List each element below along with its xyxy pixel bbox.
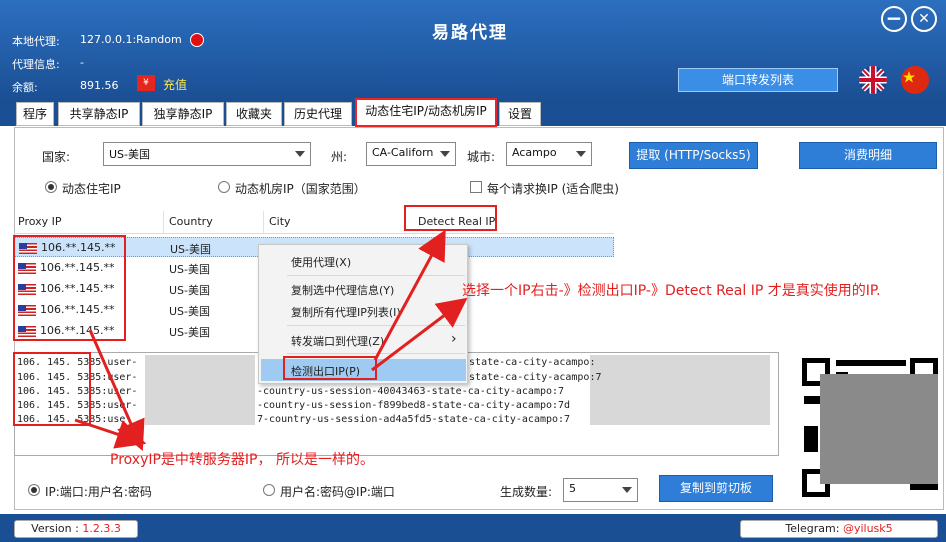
arrow-to-note: [371, 297, 468, 372]
count-label: 生成数量:: [500, 485, 553, 499]
arrow-from-grid: [88, 329, 145, 451]
annotation-right-note: 选择一个IP右击-》检测出口IP-》Detect Real IP 才是真实使用的…: [462, 283, 881, 299]
format1-label: IP:端口:用户名:密码: [45, 485, 152, 499]
annotation-bottom-note: ProxyIP是中转服务器IP， 所以是一样的。: [110, 452, 374, 468]
arrow-to-bottom-note: [74, 418, 147, 449]
count-select[interactable]: 5: [563, 478, 638, 502]
app-window: 易路代理 − ✕ 本地代理: 127.0.0.1:Random 代理信息: - …: [0, 0, 946, 542]
format2-radio[interactable]: [263, 484, 275, 496]
telegram-badge[interactable]: Telegram: @yilusk5: [740, 520, 938, 538]
format1-radio[interactable]: [28, 484, 40, 496]
format2-label: 用户名:密码@IP:端口: [280, 485, 395, 499]
copy-to-clipboard-button[interactable]: 复制到剪切板: [659, 475, 773, 502]
version-badge: Version : 1.2.3.3: [14, 520, 138, 538]
